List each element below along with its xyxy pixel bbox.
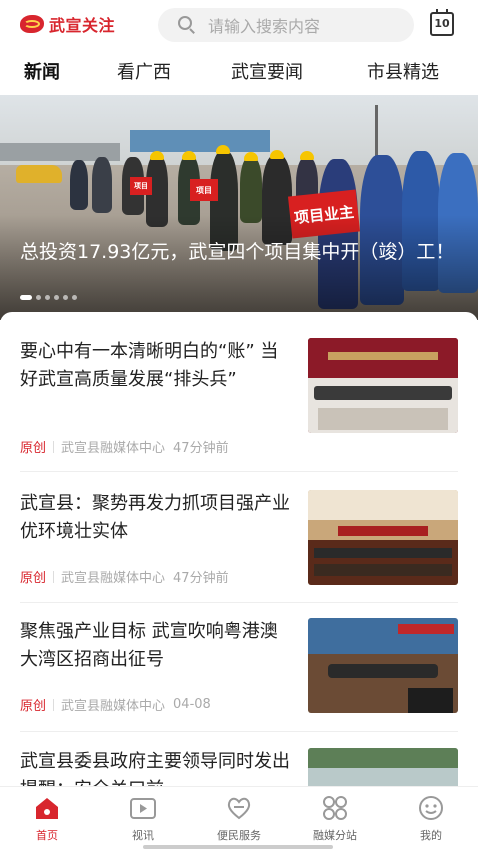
category-tabs: 新闻 看广西 武宣要闻 市县精选 — [0, 52, 478, 94]
news-time: 04-08 — [173, 697, 211, 712]
news-item[interactable]: 聚焦强产业目标 武宣吹响粤港澳大湾区招商出征号 原创 武宣县融媒体中心 04-0… — [20, 618, 460, 746]
news-item[interactable]: 武宣县：聚势再发力抓项目强产业优环境壮实体 原创 武宣县融媒体中心 47分钟前 — [20, 490, 460, 618]
logo-text: 武宣关注 — [49, 16, 116, 35]
news-title: 武宣县：聚势再发力抓项目强产业优环境壮实体 — [20, 493, 290, 542]
news-item[interactable]: 武宣县委县政府主要领导同时发出提醒：安全关口前 — [20, 748, 460, 786]
top-bar: 武宣关注 请输入搜索内容 10 — [0, 0, 478, 50]
original-tag: 原创 — [20, 699, 47, 714]
nav-label: 视讯 — [132, 829, 154, 842]
news-item[interactable]: 要心中有一本清晰明白的“账” 当好武宣高质量发展“排头兵” 原创 武宣县融媒体中… — [20, 338, 460, 466]
home-icon — [32, 793, 62, 823]
home-indicator — [143, 845, 333, 849]
calendar-icon[interactable]: 10 — [430, 9, 454, 36]
news-title: 要心中有一本清晰明白的“账” 当好武宣高质量发展“排头兵” — [20, 341, 279, 390]
profile-icon — [416, 793, 446, 823]
hero-sign-small: 项目 — [190, 179, 218, 201]
news-thumbnail — [308, 748, 458, 786]
service-icon — [224, 793, 254, 823]
news-thumbnail — [308, 618, 458, 713]
nav-services[interactable]: 便民服务 — [204, 793, 274, 843]
news-source: 武宣县融媒体中心 — [61, 571, 166, 586]
news-thumbnail — [308, 490, 458, 585]
original-tag: 原创 — [20, 571, 47, 586]
news-source: 武宣县融媒体中心 — [61, 699, 166, 714]
news-source: 武宣县融媒体中心 — [61, 441, 166, 456]
hero-sign-small: 项目 — [130, 177, 152, 195]
nav-label: 便民服务 — [217, 829, 261, 842]
news-title: 武宣县委县政府主要领导同时发出提醒：安全关口前 — [20, 751, 290, 786]
nav-home[interactable]: 首页 — [12, 793, 82, 843]
news-time: 47分钟前 — [173, 441, 229, 456]
logo-icon — [18, 12, 46, 36]
news-meta: 原创 武宣县融媒体中心 47分钟前 — [20, 567, 229, 586]
bottom-navigation: 首页 视讯 便民服务 融媒分站 我的 — [0, 786, 478, 850]
search-icon — [178, 16, 196, 34]
news-thumbnail — [308, 338, 458, 433]
hero-caption[interactable]: 总投资17.93亿元，武宣四个项目集中开（竣）工！ — [20, 238, 460, 266]
tab-wuxuan-news[interactable]: 武宣要闻 — [231, 58, 303, 84]
nav-profile[interactable]: 我的 — [396, 793, 466, 843]
video-icon — [128, 793, 158, 823]
nav-label: 我的 — [420, 829, 442, 842]
carousel-indicator — [20, 295, 81, 300]
nav-video[interactable]: 视讯 — [108, 793, 178, 843]
tab-news[interactable]: 新闻 — [24, 58, 60, 84]
search-input[interactable]: 请输入搜索内容 — [158, 8, 414, 42]
nav-media-station[interactable]: 融媒分站 — [300, 793, 370, 843]
app-logo[interactable]: 武宣关注 — [18, 12, 115, 36]
hero-banner[interactable]: 项目 项目 项目业主 — [0, 95, 478, 320]
original-tag: 原创 — [20, 441, 47, 456]
nav-label: 首页 — [36, 829, 58, 842]
search-placeholder: 请输入搜索内容 — [208, 17, 321, 36]
news-meta: 原创 武宣县融媒体中心 04-08 — [20, 695, 211, 714]
carousel-dot — [54, 295, 59, 300]
news-time: 47分钟前 — [173, 571, 229, 586]
news-list: 要心中有一本清晰明白的“账” 当好武宣高质量发展“排头兵” 原创 武宣县融媒体中… — [0, 312, 478, 786]
calendar-day: 10 — [434, 17, 450, 30]
news-title: 聚焦强产业目标 武宣吹响粤港澳大湾区招商出征号 — [20, 621, 278, 670]
carousel-dot — [20, 295, 32, 300]
carousel-dot — [72, 295, 77, 300]
carousel-dot — [63, 295, 68, 300]
nav-label: 融媒分站 — [313, 829, 357, 842]
tab-guangxi[interactable]: 看广西 — [117, 58, 171, 84]
grid-icon — [320, 793, 350, 823]
carousel-dot — [36, 295, 41, 300]
news-meta: 原创 武宣县融媒体中心 47分钟前 — [20, 437, 229, 456]
carousel-dot — [45, 295, 50, 300]
tab-county-picks[interactable]: 市县精选 — [367, 58, 439, 84]
